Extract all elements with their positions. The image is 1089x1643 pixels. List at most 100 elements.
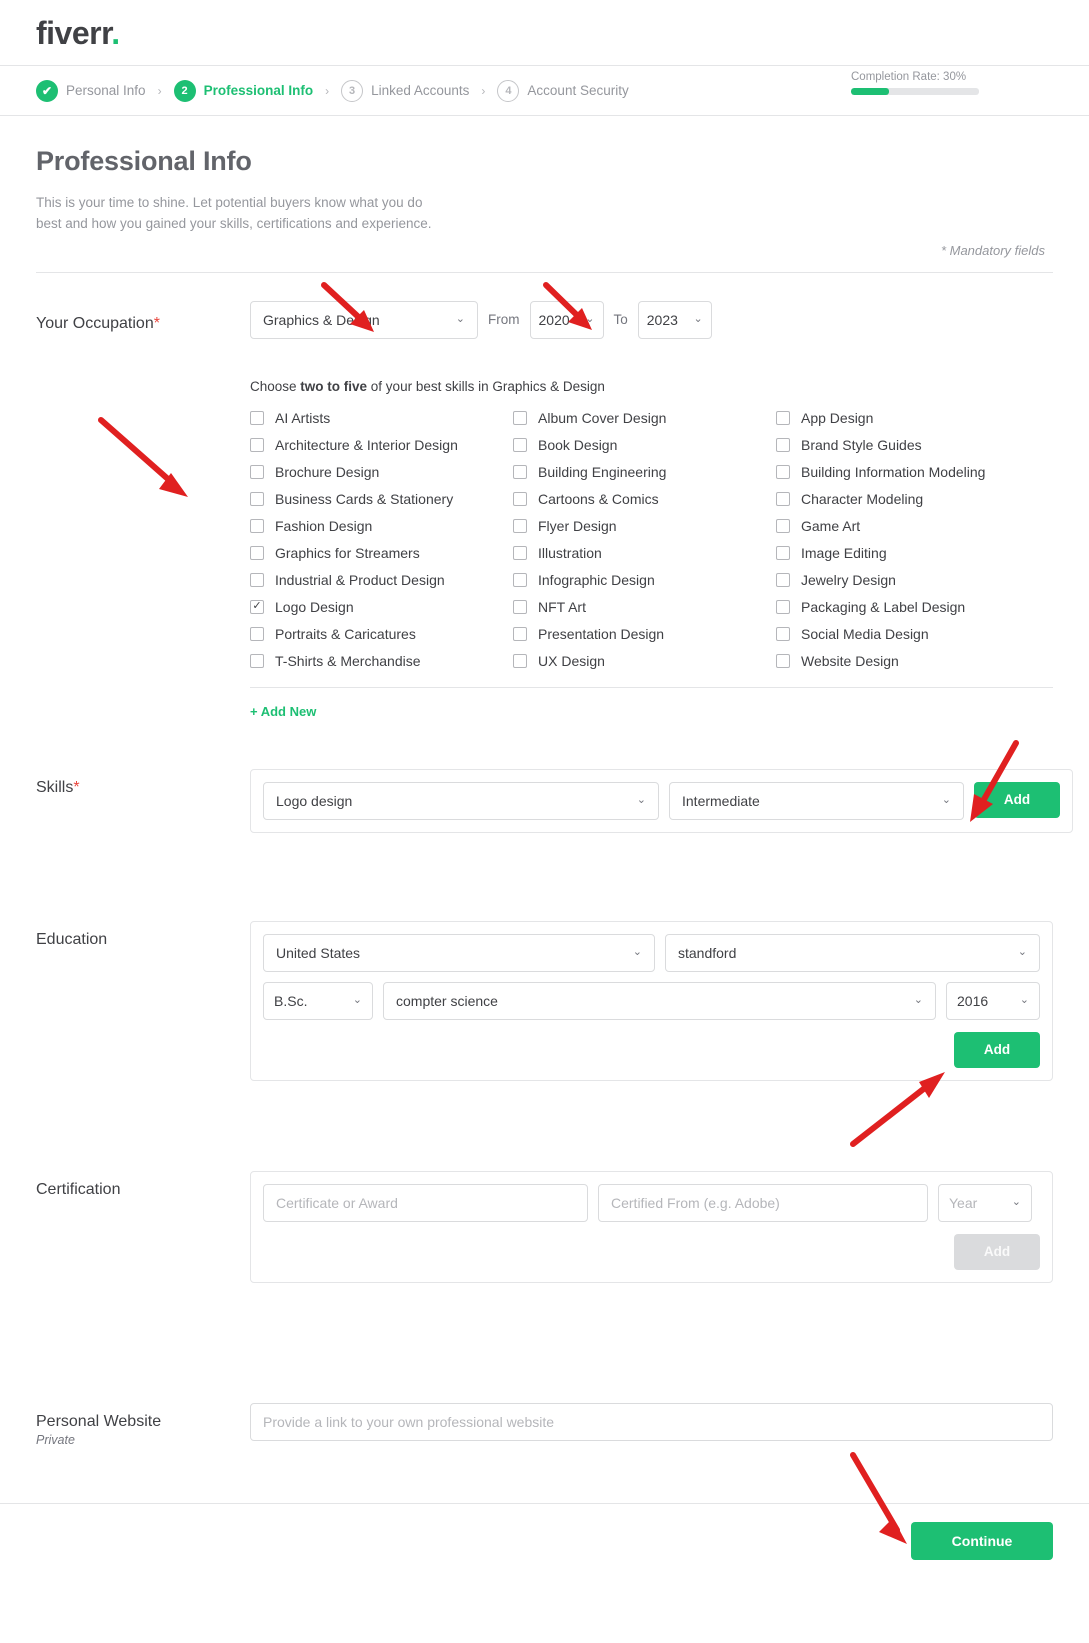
add-certification-button[interactable]: Add (954, 1233, 1040, 1270)
chevron-down-icon: ⌄ (636, 794, 646, 807)
fiverr-logo[interactable]: fiverr. (36, 17, 120, 49)
skill-level-select[interactable]: Intermediate ⌄ (669, 781, 964, 820)
occupation-select[interactable]: Graphics & Design ⌄ (250, 300, 478, 339)
checkbox-icon[interactable]: ✓ (250, 545, 264, 560)
skill-checkbox-item[interactable]: ✓ Fashion Design (250, 518, 513, 534)
skill-checkbox-item[interactable]: ✓ T-Shirts & Merchandise (250, 653, 513, 669)
page-title: Professional Info (36, 146, 252, 176)
skill-checkbox-item[interactable]: ✓ Flyer Design (513, 518, 776, 534)
skill-checkbox-item[interactable]: ✓ Logo Design (250, 599, 513, 615)
continue-button[interactable]: Continue (911, 1521, 1053, 1560)
step-1-label: Personal Info (66, 83, 146, 98)
step-3-badge: 3 (341, 79, 364, 102)
skill-checkbox-label: Infographic Design (538, 571, 655, 588)
checkbox-icon[interactable]: ✓ (513, 545, 527, 560)
checkbox-icon[interactable]: ✓ (776, 410, 790, 425)
skills-label: Skills* (36, 769, 250, 833)
education-year-select[interactable]: 2016 ⌄ (946, 981, 1040, 1020)
skill-checkbox-item[interactable]: ✓ Building Information Modeling (776, 464, 1053, 480)
checkbox-icon[interactable]: ✓ (513, 410, 527, 425)
checkbox-icon[interactable]: ✓ (776, 599, 790, 614)
skill-checkbox-item[interactable]: ✓ Architecture & Interior Design (250, 437, 513, 453)
checkbox-icon[interactable]: ✓ (776, 518, 790, 533)
checkbox-icon[interactable]: ✓ (250, 653, 264, 668)
skill-checkbox-item[interactable]: ✓ Infographic Design (513, 572, 776, 588)
certified-from-input[interactable]: Certified From (e.g. Adobe) (598, 1183, 928, 1222)
skill-checkbox-item[interactable]: ✓ Portraits & Caricatures (250, 626, 513, 642)
checkbox-icon[interactable]: ✓ (513, 653, 527, 668)
certification-year-select[interactable]: Year ⌄ (938, 1183, 1032, 1222)
education-major-select[interactable]: compter science ⌄ (383, 981, 936, 1020)
chevron-down-icon: ⌄ (1019, 994, 1029, 1007)
skill-checkbox-item[interactable]: ✓ UX Design (513, 653, 776, 669)
skill-checkbox-item[interactable]: ✓ Brochure Design (250, 464, 513, 480)
skill-checkbox-label: Social Media Design (801, 625, 929, 642)
skill-checkbox-item[interactable]: ✓ Website Design (776, 653, 1053, 669)
checkbox-icon[interactable]: ✓ (513, 626, 527, 641)
skill-checkbox-item[interactable]: ✓ Character Modeling (776, 491, 1053, 507)
skill-checkbox-item[interactable]: ✓ Image Editing (776, 545, 1053, 561)
checkbox-icon[interactable]: ✓ (250, 518, 264, 533)
checkbox-icon[interactable]: ✓ (250, 572, 264, 587)
checkbox-icon[interactable]: ✓ (250, 491, 264, 506)
step-linked-accounts[interactable]: 3 Linked Accounts (341, 79, 469, 102)
skill-checkbox-item[interactable]: ✓ Building Engineering (513, 464, 776, 480)
personal-website-input[interactable]: Provide a link to your own professional … (250, 1402, 1053, 1441)
checkbox-icon[interactable]: ✓ (250, 437, 264, 452)
checkbox-icon[interactable]: ✓ (776, 572, 790, 587)
skill-checkbox-item[interactable]: ✓ Book Design (513, 437, 776, 453)
skill-checkbox-item[interactable]: ✓ Game Art (776, 518, 1053, 534)
skill-checkbox-item[interactable]: ✓ App Design (776, 410, 1053, 426)
step-4-badge: 4 (497, 79, 520, 102)
skill-name-select[interactable]: Logo design ⌄ (263, 781, 659, 820)
checkbox-icon[interactable]: ✓ (513, 572, 527, 587)
checkbox-icon[interactable]: ✓ (776, 464, 790, 479)
checkbox-icon[interactable]: ✓ (250, 410, 264, 425)
add-education-button[interactable]: Add (954, 1031, 1040, 1068)
divider-under-intro (36, 271, 1053, 273)
skill-checkbox-item[interactable]: ✓ Packaging & Label Design (776, 599, 1053, 615)
checkbox-icon[interactable]: ✓ (776, 653, 790, 668)
checkbox-icon[interactable]: ✓ (250, 599, 264, 614)
checkbox-icon[interactable]: ✓ (513, 491, 527, 506)
occupation-value: Graphics & Design (263, 311, 380, 328)
skill-checkbox-label: Jewelry Design (801, 571, 896, 588)
skill-checkbox-item[interactable]: ✓ Album Cover Design (513, 410, 776, 426)
checkbox-icon[interactable]: ✓ (513, 518, 527, 533)
education-school-select[interactable]: standford ⌄ (665, 933, 1040, 972)
checkbox-icon[interactable]: ✓ (776, 545, 790, 560)
occupation-controls: Graphics & Design ⌄ From 2020 ⌄ To 2023 … (250, 300, 1053, 339)
occupation-to-year-select[interactable]: 2023 ⌄ (637, 300, 712, 339)
checkbox-icon[interactable]: ✓ (250, 626, 264, 641)
skill-checkbox-item[interactable]: ✓ Jewelry Design (776, 572, 1053, 588)
step-account-security[interactable]: 4 Account Security (497, 79, 629, 102)
skill-checkbox-item[interactable]: ✓ Industrial & Product Design (250, 572, 513, 588)
education-degree-select[interactable]: B.Sc. ⌄ (263, 981, 373, 1020)
skill-checkbox-item[interactable]: ✓ Presentation Design (513, 626, 776, 642)
add-skill-button[interactable]: Add (974, 781, 1060, 818)
top-header-bar: fiverr. (0, 0, 1089, 66)
checkbox-icon[interactable]: ✓ (776, 626, 790, 641)
checkbox-icon[interactable]: ✓ (513, 599, 527, 614)
skill-checkbox-item[interactable]: ✓ Brand Style Guides (776, 437, 1053, 453)
skill-checkbox-item[interactable]: ✓ Social Media Design (776, 626, 1053, 642)
add-new-skill-link[interactable]: + Add New (250, 704, 316, 719)
skill-checkbox-item[interactable]: ✓ AI Artists (250, 410, 513, 426)
skill-checkbox-item[interactable]: ✓ NFT Art (513, 599, 776, 615)
checkbox-icon[interactable]: ✓ (513, 464, 527, 479)
checkbox-icon[interactable]: ✓ (250, 464, 264, 479)
step-professional-info[interactable]: 2 Professional Info (173, 79, 313, 102)
skill-checkbox-item[interactable]: ✓ Graphics for Streamers (250, 545, 513, 561)
checkbox-icon[interactable]: ✓ (776, 437, 790, 452)
checkbox-icon[interactable]: ✓ (776, 491, 790, 506)
chevron-down-icon: ⌄ (352, 994, 362, 1007)
skill-checkbox-item[interactable]: ✓ Illustration (513, 545, 776, 561)
checkbox-icon[interactable]: ✓ (513, 437, 527, 452)
education-country-select[interactable]: United States ⌄ (263, 933, 655, 972)
step-personal-info[interactable]: ✔ Personal Info (36, 79, 146, 102)
certificate-name-input[interactable]: Certificate or Award (263, 1183, 588, 1222)
skill-checkbox-item[interactable]: ✓ Business Cards & Stationery (250, 491, 513, 507)
skill-checkbox-item[interactable]: ✓ Cartoons & Comics (513, 491, 776, 507)
occupation-from-year-select[interactable]: 2020 ⌄ (529, 300, 604, 339)
steps-list: ✔ Personal Info › 2 Professional Info › … (36, 79, 629, 102)
